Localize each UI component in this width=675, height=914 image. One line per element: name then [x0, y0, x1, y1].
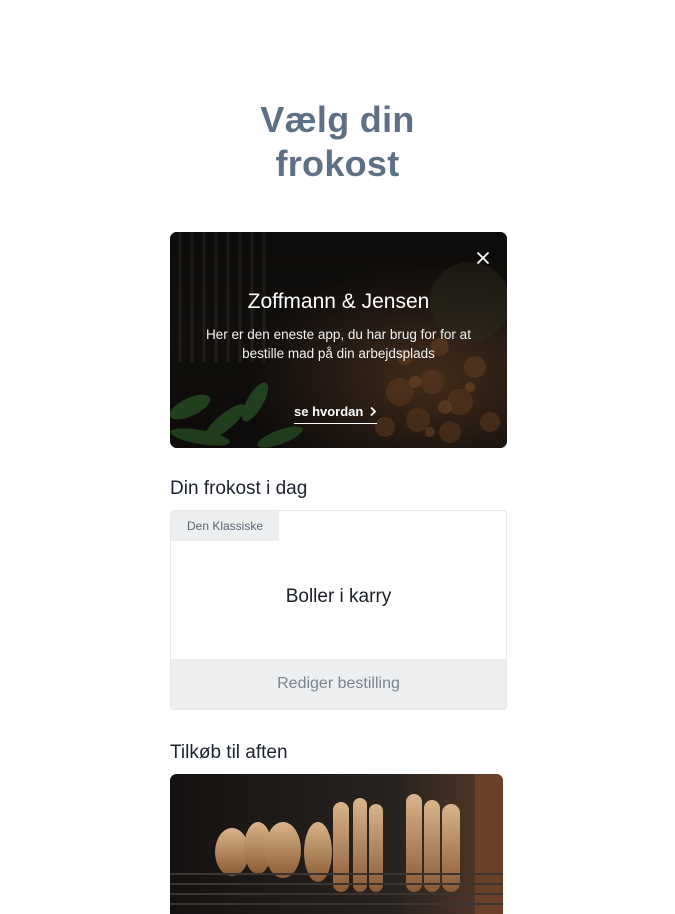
- dish-name: Boller i karry: [285, 586, 392, 607]
- lunch-card[interactable]: Den Klassiske Boller i karry Rediger bes…: [170, 510, 507, 710]
- page-title: Vælg din frokost: [0, 98, 675, 186]
- chevron-right-icon: [370, 406, 377, 417]
- close-icon[interactable]: [475, 250, 491, 266]
- edit-order-button[interactable]: Rediger bestilling: [171, 659, 506, 709]
- promo-banner[interactable]: Zoffmann & Jensen Her er den eneste app,…: [170, 232, 507, 448]
- promo-description: Her er den eneste app, du har brug for f…: [206, 327, 471, 361]
- bread-image: [170, 774, 503, 914]
- see-how-label: se hvordan: [294, 404, 364, 419]
- addons-section-heading: Tilkøb til aften: [170, 742, 288, 763]
- page-title-line-2: frokost: [275, 143, 400, 185]
- page-title-line-1: Vælg din: [260, 99, 415, 141]
- promo-title: Zoffmann & Jensen: [247, 290, 430, 313]
- menu-tag: Den Klassiske: [171, 511, 279, 541]
- evening-addon-image[interactable]: [170, 774, 503, 914]
- lunch-section-heading: Din frokost i dag: [170, 478, 308, 499]
- see-how-link[interactable]: se hvordan: [294, 404, 378, 424]
